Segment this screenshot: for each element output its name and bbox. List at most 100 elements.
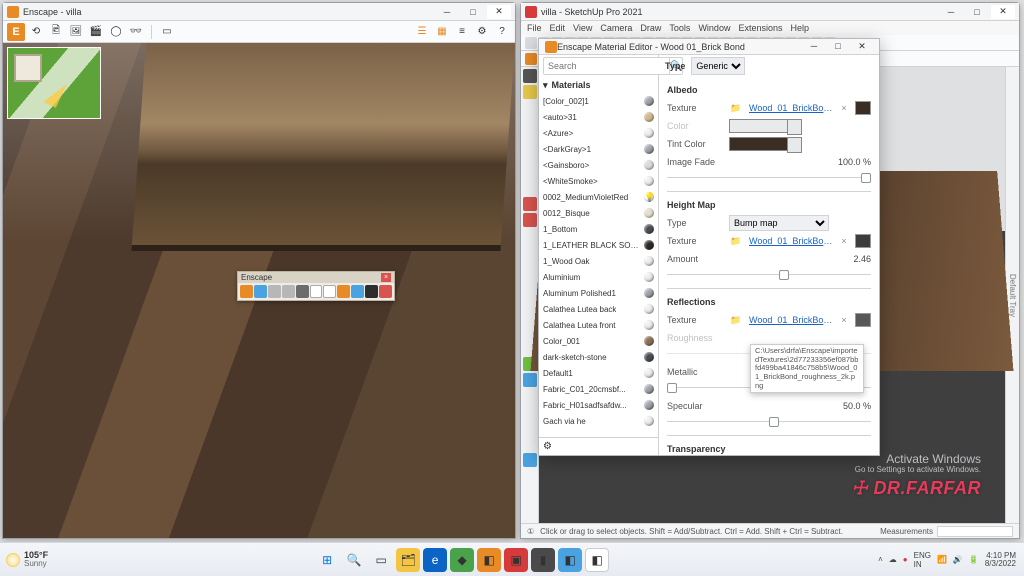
asset-library-icon[interactable]: ▦ — [433, 23, 451, 41]
move-tool-icon[interactable] — [523, 197, 537, 211]
panorama-icon[interactable]: ◯ — [107, 23, 125, 41]
page-icon[interactable]: ▭ — [158, 23, 176, 41]
reflection-texture-link[interactable]: Wood_01_BrickBond_roug... — [749, 315, 833, 325]
sketchup-titlebar[interactable]: villa - SketchUp Pro 2021 ─ □ ✕ — [521, 3, 1019, 21]
menu-item[interactable]: View — [573, 23, 592, 33]
material-row[interactable]: 0002_MediumVioletRed — [539, 189, 658, 205]
explorer-button[interactable]: 🗂 — [396, 548, 420, 572]
extension-icon[interactable] — [523, 389, 537, 403]
material-editor-titlebar[interactable]: Enscape Material Editor - Wood 01_Brick … — [539, 39, 879, 55]
heightmap-type-select[interactable]: Bump map — [729, 215, 829, 231]
extension-icon[interactable] — [523, 421, 537, 435]
ft-settings-icon[interactable] — [351, 285, 364, 298]
maximize-button[interactable]: □ — [965, 5, 989, 19]
clear-icon[interactable]: × — [839, 103, 849, 113]
material-row[interactable]: Aluminium — [539, 269, 658, 285]
battery-icon[interactable]: 🔋 — [969, 555, 979, 564]
app-button[interactable]: ◧ — [585, 548, 609, 572]
amount-slider[interactable] — [667, 268, 871, 282]
extension-icon[interactable] — [523, 405, 537, 419]
close-button[interactable]: ✕ — [991, 5, 1015, 19]
texture-swatch[interactable] — [855, 313, 871, 327]
material-row[interactable]: Default1 — [539, 365, 658, 381]
app-button[interactable]: ◧ — [558, 548, 582, 572]
material-row[interactable]: Calathea Lutea front — [539, 317, 658, 333]
extension-icon[interactable] — [523, 437, 537, 451]
folder-icon[interactable]: 📁 — [729, 101, 743, 115]
ft-views-icon[interactable] — [268, 285, 281, 298]
menu-item[interactable]: Draw — [640, 23, 661, 33]
folder-icon[interactable]: 📁 — [729, 234, 743, 248]
ft-start-icon[interactable] — [240, 285, 253, 298]
offset-tool-icon[interactable] — [523, 245, 537, 259]
visual-settings-icon[interactable]: ≡ — [453, 23, 471, 41]
enscape-floating-toolbar[interactable]: Enscape × — [237, 271, 395, 301]
albedo-texture-link[interactable]: Wood_01_BrickBond_albe... — [749, 103, 833, 113]
gear-icon[interactable]: ⚙ — [543, 441, 552, 452]
texture-swatch[interactable] — [855, 234, 871, 248]
floating-toolbar-title[interactable]: Enscape — [241, 273, 272, 282]
material-row[interactable]: [Color_002]1 — [539, 93, 658, 109]
menu-item[interactable]: Help — [790, 23, 809, 33]
tape-tool-icon[interactable] — [523, 261, 537, 275]
floating-toolbar-close-icon[interactable]: × — [381, 273, 391, 282]
enscape-tb-button[interactable]: ◧ — [477, 548, 501, 572]
enscape-titlebar[interactable]: Enscape - villa ─ □ ✕ — [3, 3, 515, 21]
minimize-button[interactable]: ─ — [939, 5, 963, 19]
material-row[interactable]: 1_Wood Oak — [539, 253, 658, 269]
eraser-tool-icon[interactable] — [523, 101, 537, 115]
sketchup-tray-tab[interactable]: Default Tray — [1005, 67, 1019, 523]
vr-icon[interactable]: 👓 — [127, 23, 145, 41]
material-row[interactable]: Aluminum Polished1 — [539, 285, 658, 301]
menu-item[interactable]: Extensions — [738, 23, 782, 33]
type-select[interactable]: Generic — [691, 57, 745, 75]
menu-item[interactable]: Window — [698, 23, 730, 33]
clock[interactable]: 4:10 PM 8/3/2022 — [985, 552, 1016, 568]
material-row[interactable]: <Gainsboro> — [539, 157, 658, 173]
material-row[interactable]: <WhiteSmoke> — [539, 173, 658, 189]
expand-icon[interactable]: ▾ — [543, 80, 548, 91]
material-row[interactable]: Fabric_H01sadfsafdw... — [539, 397, 658, 413]
start-button[interactable]: ⊞ — [315, 548, 339, 572]
material-row[interactable]: 1_Bottom — [539, 221, 658, 237]
tb-icon[interactable] — [525, 53, 537, 65]
recording-icon[interactable]: ● — [903, 555, 908, 564]
height-texture-link[interactable]: Wood_01_BrickBond_albe... — [749, 236, 833, 246]
maximize-button[interactable]: □ — [461, 5, 485, 19]
measurements-input[interactable] — [937, 526, 1013, 537]
texture-swatch[interactable] — [855, 101, 871, 115]
screenshot-icon[interactable]: 🖻 — [47, 23, 65, 41]
wifi-icon[interactable]: 📶 — [937, 555, 947, 564]
material-row[interactable]: <DarkGray>1 — [539, 141, 658, 157]
select-tool-icon[interactable] — [523, 69, 537, 83]
enscape-viewport[interactable]: Enscape × — [3, 43, 515, 538]
arc-tool-icon[interactable] — [523, 165, 537, 179]
image-fade-slider[interactable] — [667, 171, 871, 185]
tint-color-button[interactable] — [729, 137, 789, 151]
material-row[interactable]: 0012_Bisque — [539, 205, 658, 221]
video-icon[interactable]: 🎬 — [87, 23, 105, 41]
general-settings-icon[interactable]: ⚙ — [473, 23, 491, 41]
material-row[interactable]: <auto>31 — [539, 109, 658, 125]
ft-assets-icon[interactable] — [310, 285, 323, 298]
text-tool-icon[interactable] — [523, 277, 537, 291]
extension-icon[interactable] — [523, 453, 537, 467]
clear-icon[interactable]: × — [839, 236, 849, 246]
minimize-button[interactable]: ─ — [435, 5, 459, 19]
chevron-up-icon[interactable]: ˄ — [878, 555, 883, 564]
sketchup-tb-button[interactable]: ▣ — [504, 548, 528, 572]
material-row[interactable]: Calathea Lutea back — [539, 301, 658, 317]
terminal-button[interactable]: ▮ — [531, 548, 555, 572]
help-icon[interactable]: ? — [493, 23, 511, 41]
ft-feedback-icon[interactable] — [379, 285, 392, 298]
tb-icon[interactable] — [525, 37, 537, 49]
views-icon[interactable]: ☰ — [413, 23, 431, 41]
close-button[interactable]: ✕ — [851, 41, 873, 52]
material-row[interactable]: 1_LEATHER BLACK SOFT — [539, 237, 658, 253]
material-row[interactable]: Fabric_C01_20cmsbf... — [539, 381, 658, 397]
pushpull-tool-icon[interactable] — [523, 181, 537, 195]
export-image-icon[interactable]: 🖼 — [67, 23, 85, 41]
maximize-button[interactable]: □ — [827, 41, 849, 52]
menu-item[interactable]: Tools — [669, 23, 690, 33]
material-row[interactable]: dark-sketch-stone — [539, 349, 658, 365]
